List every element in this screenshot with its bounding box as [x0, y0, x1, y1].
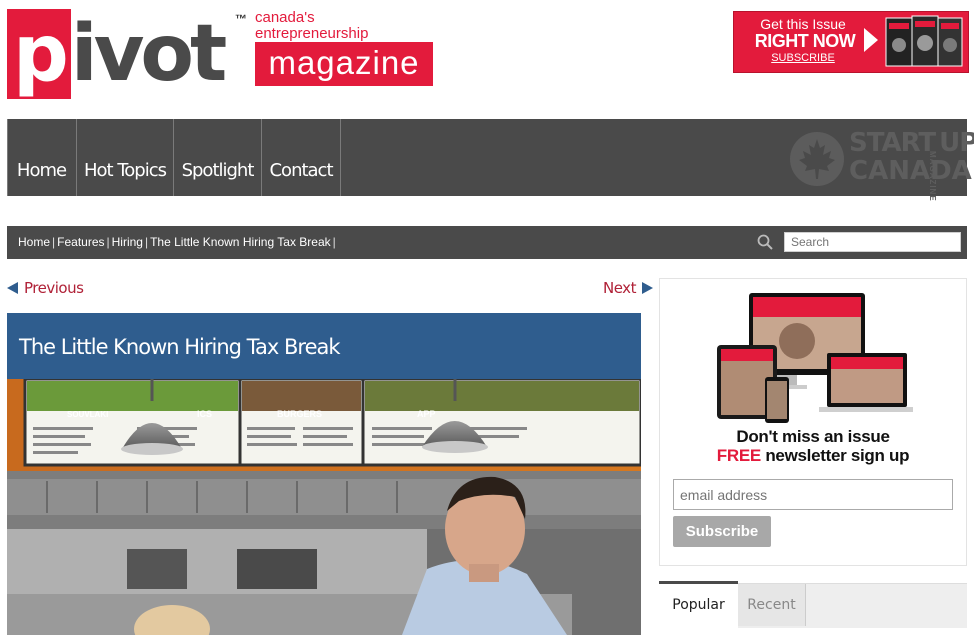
logo-trademark: ™ [235, 12, 247, 26]
nav-spotlight[interactable]: Spotlight [174, 119, 262, 196]
arrow-left-icon [7, 282, 18, 294]
breadcrumb-features[interactable]: Features [57, 235, 104, 249]
search-icon[interactable] [757, 234, 773, 250]
newsletter-widget: Don't miss an issue FREE newsletter sign… [659, 278, 967, 566]
breadcrumb-separator: | [144, 235, 149, 249]
logo-magazine: magazine [255, 42, 433, 86]
logo-tagline-line1: canada's [255, 9, 315, 26]
subscribe-promo-banner[interactable]: Get this Issue RIGHT NOW SUBSCRIBE [733, 11, 969, 73]
logo-tagline: canada's entrepreneurship [255, 10, 368, 42]
play-arrow-icon [864, 28, 878, 52]
devices-promo-image [717, 293, 913, 423]
article-title-bar: The Little Known Hiring Tax Break [7, 313, 641, 379]
site-logo[interactable]: pivot ™ canada's entrepreneurship magazi… [7, 9, 437, 104]
tab-popular[interactable]: Popular [659, 581, 738, 628]
brand-up-text: UP [939, 128, 974, 158]
next-label: Next [603, 279, 636, 297]
breadcrumb-current[interactable]: The Little Known Hiring Tax Break [150, 235, 331, 249]
menu-board-souvlaki: SOUVLAKI [67, 410, 108, 419]
newsletter-headline: Don't miss an issue [736, 427, 890, 446]
maple-leaf-icon [790, 132, 844, 186]
menu-board-burgers: BURGERS [277, 409, 322, 419]
subscribe-button[interactable]: Subscribe [673, 516, 771, 547]
newsletter-subline-rest: newsletter sign up [760, 446, 910, 465]
previous-label: Previous [24, 279, 84, 297]
magazine-covers-image [885, 15, 963, 67]
breadcrumb-hiring[interactable]: Hiring [112, 235, 143, 249]
logo-tagline-line2: entrepreneurship [255, 25, 369, 42]
breadcrumb-home[interactable]: Home [18, 235, 50, 249]
promo-line1: Get this Issue [760, 16, 846, 32]
breadcrumb-bar: Home | Features | Hiring | The Little Known Hi… [7, 226, 967, 259]
menu-board-ics: ICS [197, 409, 212, 419]
article-title: The Little Known Hiring Tax Break [19, 335, 341, 359]
breadcrumb-separator: | [332, 235, 336, 249]
nav-contact[interactable]: Contact [262, 119, 341, 196]
restaurant-photo: SOUVLAKI ICS BURGERS APP [7, 379, 641, 635]
breadcrumb: Home | Features | Hiring | The Little Known Hi… [17, 226, 337, 259]
startup-canada-logo[interactable]: START UP CANADA MAGAZINE [789, 127, 974, 202]
brand-vertical-text: MAGAZINE [928, 151, 937, 202]
search-input[interactable] [784, 232, 961, 252]
breadcrumb-separator: | [52, 235, 56, 249]
promo-line2: RIGHT NOW [754, 31, 856, 51]
menu-board-app: APP [417, 409, 436, 419]
breadcrumb-separator: | [106, 235, 110, 249]
article-photo: SOUVLAKI ICS BURGERS APP [7, 379, 641, 635]
logo-wordmark: pivot [7, 9, 227, 99]
nav-hot-topics[interactable]: Hot Topics [77, 119, 174, 196]
promo-subscribe-link[interactable]: SUBSCRIBE [748, 52, 858, 64]
popular-recent-tabs: Popular Recent [659, 581, 967, 628]
main-nav: Home Hot Topics Spotlight Contact START U… [7, 119, 974, 202]
newsletter-free: FREE [716, 446, 761, 465]
nav-divider [7, 119, 8, 196]
next-link[interactable]: Next [603, 279, 653, 297]
arrow-right-icon [641, 282, 653, 294]
previous-link[interactable]: Previous [7, 279, 84, 297]
newsletter-subline: FREE newsletter sign up [660, 446, 966, 466]
email-field[interactable] [673, 479, 953, 510]
brand-start-text: START [849, 128, 936, 158]
nav-home[interactable]: Home [7, 119, 77, 196]
tab-recent[interactable]: Recent [738, 584, 806, 626]
brand-canada-text: CANADA [849, 156, 972, 186]
